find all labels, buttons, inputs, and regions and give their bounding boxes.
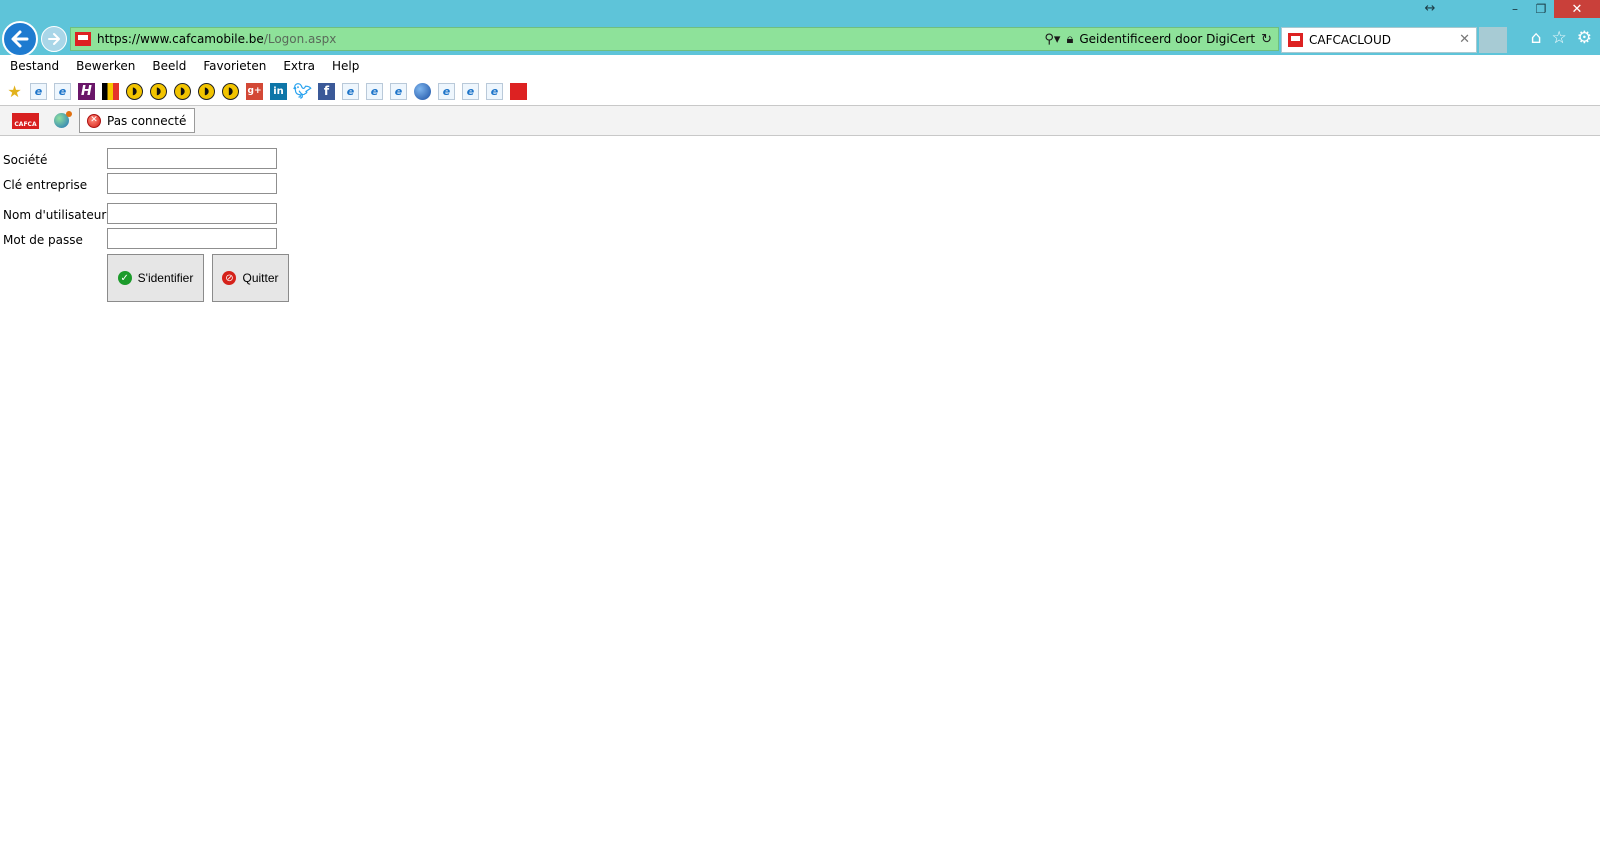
menu-bar: Bestand Bewerken Beeld Favorieten Extra … [0,55,1600,77]
cafca-logo[interactable]: CAFCA [12,112,39,129]
menu-item-favorieten[interactable]: Favorieten [203,59,266,73]
company-key-input[interactable] [107,173,277,194]
search-dropdown-icon[interactable]: ⚲▾ [1044,32,1060,47]
yellow-circle-icon[interactable]: ◗ [174,82,191,100]
window-controls: – ❐ ✕ [1502,0,1600,18]
company-label: Société [3,153,48,167]
belgian-flag-icon[interactable] [102,82,119,100]
login-button-label: S'identifier [137,271,194,285]
ie-page-icon[interactable]: e [342,82,359,100]
ie-page-icon[interactable]: e [438,82,455,100]
home-icon[interactable]: ⌂ [1531,28,1542,48]
favorites-star-icon[interactable]: ☆ [1552,28,1567,48]
address-url[interactable]: https://www.cafcamobile.be/Logon.aspx [97,32,336,46]
tab-cafcacloud[interactable]: CAFCACLOUD ✕ [1281,27,1477,53]
yellow-circle-icon[interactable]: ◗ [126,82,143,100]
company-input[interactable] [107,148,277,169]
stop-icon: ⊘ [222,271,237,285]
password-input[interactable] [107,228,277,249]
username-input[interactable] [107,203,277,224]
back-button[interactable] [2,21,38,57]
login-button[interactable]: ✓ S'identifier [107,254,204,302]
lock-icon[interactable]: 🔒︎ [1066,32,1073,47]
menu-item-extra[interactable]: Extra [283,59,315,73]
twitter-icon[interactable]: 🐦︎ [293,82,312,100]
menu-item-help[interactable]: Help [332,59,359,73]
forward-button[interactable] [41,26,67,52]
browser-titlebar: ↔ – ❐ ✕ https://www.cafcamobile.be/Logon… [0,0,1600,57]
quit-button-label: Quitter [242,271,279,285]
site-favicon-icon [75,32,91,46]
h-logo-icon[interactable]: H [78,82,95,100]
url-host: https://www.cafcamobile.be [97,32,264,46]
site-identity[interactable]: Geidentificeerd door DigiCert [1079,32,1255,46]
restore-button[interactable]: ❐ [1528,0,1554,18]
menu-item-bestand[interactable]: Bestand [10,59,59,73]
refresh-icon[interactable]: ↻ [1261,32,1272,47]
resize-icon[interactable]: ↔ [1420,1,1440,17]
check-icon: ✓ [117,271,132,285]
connection-status-label: Pas connecté [107,113,187,128]
username-label: Nom d'utilisateur [3,208,107,222]
globe-icon[interactable] [54,111,72,128]
yellow-circle-icon[interactable]: ◗ [198,82,215,100]
address-bar[interactable]: https://www.cafcamobile.be/Logon.aspx ⚲▾… [70,27,1279,51]
app-toolbar: CAFCA ✕ Pas connecté [0,105,1600,136]
google-plus-icon[interactable]: g+ [246,82,263,100]
url-path: /Logon.aspx [263,32,337,46]
disconnected-icon: ✕ [87,113,101,128]
cafca-icon[interactable] [510,82,527,100]
minimize-button[interactable]: – [1502,0,1528,18]
globe-icon[interactable] [414,82,431,100]
arrow-right-icon [48,33,60,45]
favorites-bar: ★ e e H ◗ ◗ ◗ ◗ ◗ g+ in 🐦︎ f e e e e e e [0,79,1600,103]
menu-item-bewerken[interactable]: Bewerken [76,59,135,73]
add-favorite-star-icon[interactable]: ★ [6,82,23,101]
menu-item-beeld[interactable]: Beeld [152,59,186,73]
yellow-circle-icon[interactable]: ◗ [150,82,167,100]
ie-page-icon[interactable]: e [462,82,479,100]
ie-page-icon[interactable]: e [30,82,47,100]
linkedin-icon[interactable]: in [270,82,287,100]
new-tab-button[interactable] [1479,27,1507,53]
ie-page-icon[interactable]: e [54,82,71,100]
arrow-left-icon [11,30,29,48]
browser-tools: ⌂ ☆ ⚙ [1531,28,1592,48]
address-actions: ⚲▾ 🔒︎ Geidentificeerd door DigiCert ↻ [1044,28,1272,50]
quit-button[interactable]: ⊘ Quitter [212,254,289,302]
yellow-circle-icon[interactable]: ◗ [222,82,239,100]
close-window-button[interactable]: ✕ [1554,0,1600,18]
connection-status-button[interactable]: ✕ Pas connecté [79,108,196,133]
ie-page-icon[interactable]: e [486,82,503,100]
gear-icon[interactable]: ⚙ [1577,28,1592,48]
close-tab-icon[interactable]: ✕ [1459,32,1470,47]
password-label: Mot de passe [3,233,83,247]
facebook-icon[interactable]: f [318,82,335,100]
tab-favicon-icon [1288,33,1303,47]
tab-title: CAFCACLOUD [1309,33,1391,47]
ie-page-icon[interactable]: e [366,82,383,100]
ie-page-icon[interactable]: e [390,82,407,100]
company-key-label: Clé entreprise [3,178,88,192]
